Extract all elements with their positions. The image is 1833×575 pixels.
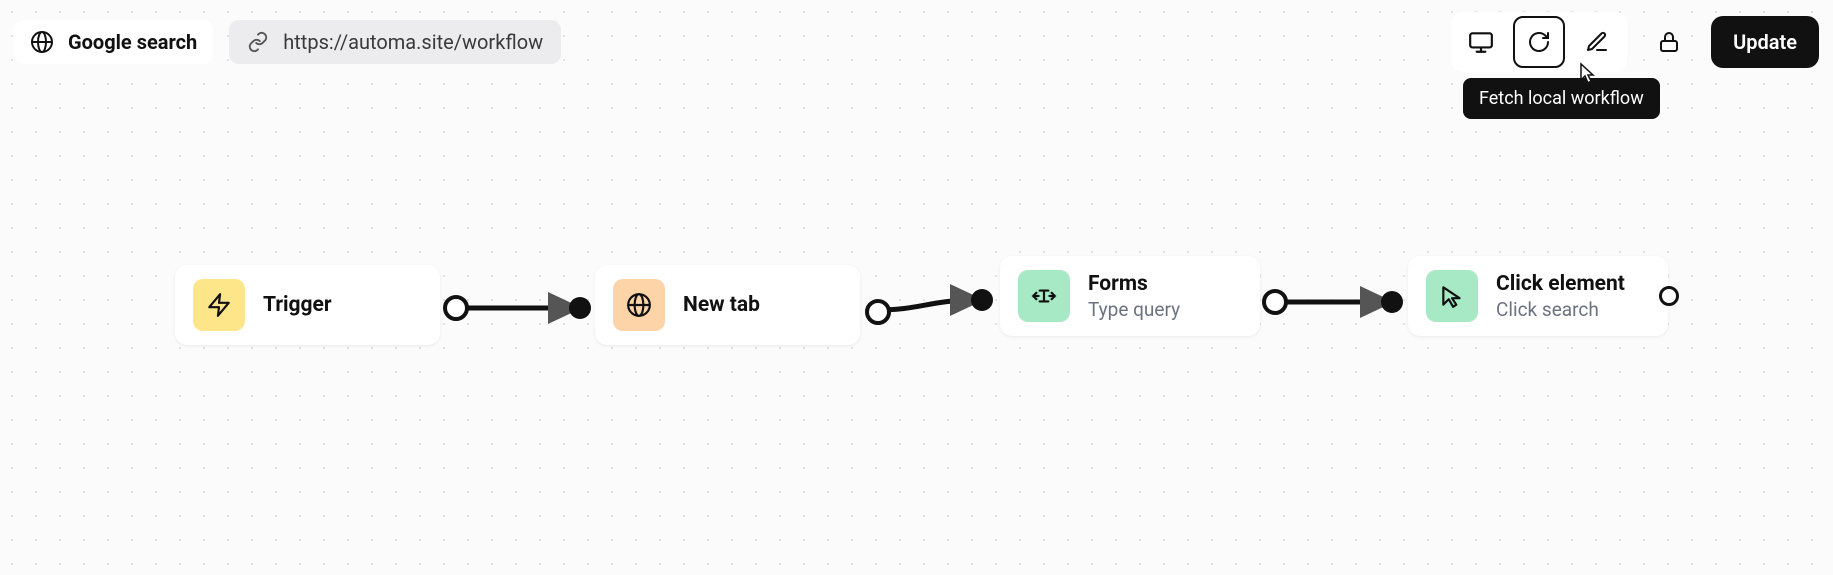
workflow-title[interactable]: Google search bbox=[14, 20, 213, 64]
tooltip: Fetch local workflow bbox=[1463, 78, 1660, 119]
sync-button[interactable] bbox=[1513, 16, 1565, 68]
globe-icon bbox=[30, 30, 54, 54]
node-forms[interactable]: Forms Type query bbox=[1000, 256, 1260, 336]
arrowhead-icon bbox=[548, 292, 582, 324]
port-out[interactable] bbox=[1659, 286, 1679, 306]
port-out[interactable] bbox=[445, 297, 467, 319]
cursor-click-icon bbox=[1426, 270, 1478, 322]
workflow-url[interactable]: https://automa.site/workflow bbox=[229, 20, 561, 64]
arrowhead-icon bbox=[950, 284, 984, 316]
toolbar-group bbox=[1451, 12, 1627, 72]
lock-icon bbox=[1657, 30, 1681, 54]
port-in[interactable] bbox=[1381, 291, 1403, 313]
link-icon bbox=[247, 31, 269, 53]
node-title: Forms bbox=[1088, 272, 1180, 296]
node-title: New tab bbox=[683, 293, 760, 317]
workflow-title-text: Google search bbox=[68, 30, 197, 54]
port-out[interactable] bbox=[867, 301, 889, 323]
edit-icon bbox=[1585, 30, 1609, 54]
desktop-view-button[interactable] bbox=[1455, 16, 1507, 68]
arrowhead-icon bbox=[1360, 286, 1394, 318]
workflow-url-text: https://automa.site/workflow bbox=[283, 30, 543, 54]
edge bbox=[878, 300, 976, 310]
port-in[interactable] bbox=[569, 297, 591, 319]
edit-button[interactable] bbox=[1571, 16, 1623, 68]
toolbar: Google search https://automa.site/workfl… bbox=[14, 14, 1819, 70]
port-in[interactable] bbox=[971, 289, 993, 311]
node-trigger[interactable]: Trigger bbox=[175, 265, 440, 345]
lightning-icon bbox=[193, 279, 245, 331]
update-button[interactable]: Update bbox=[1711, 16, 1819, 68]
node-newtab[interactable]: New tab bbox=[595, 265, 860, 345]
globe-icon bbox=[613, 279, 665, 331]
node-title: Trigger bbox=[263, 293, 332, 317]
update-button-label: Update bbox=[1733, 30, 1797, 54]
node-subtitle: Type query bbox=[1088, 298, 1180, 321]
lock-button[interactable] bbox=[1643, 16, 1695, 68]
text-cursor-icon bbox=[1018, 270, 1070, 322]
sync-icon bbox=[1527, 30, 1551, 54]
tooltip-text: Fetch local workflow bbox=[1479, 88, 1644, 109]
monitor-icon bbox=[1468, 29, 1494, 55]
node-subtitle: Click search bbox=[1496, 298, 1625, 321]
port-out[interactable] bbox=[1264, 291, 1286, 313]
node-title: Click element bbox=[1496, 272, 1625, 296]
node-click[interactable]: Click element Click search bbox=[1408, 256, 1668, 336]
